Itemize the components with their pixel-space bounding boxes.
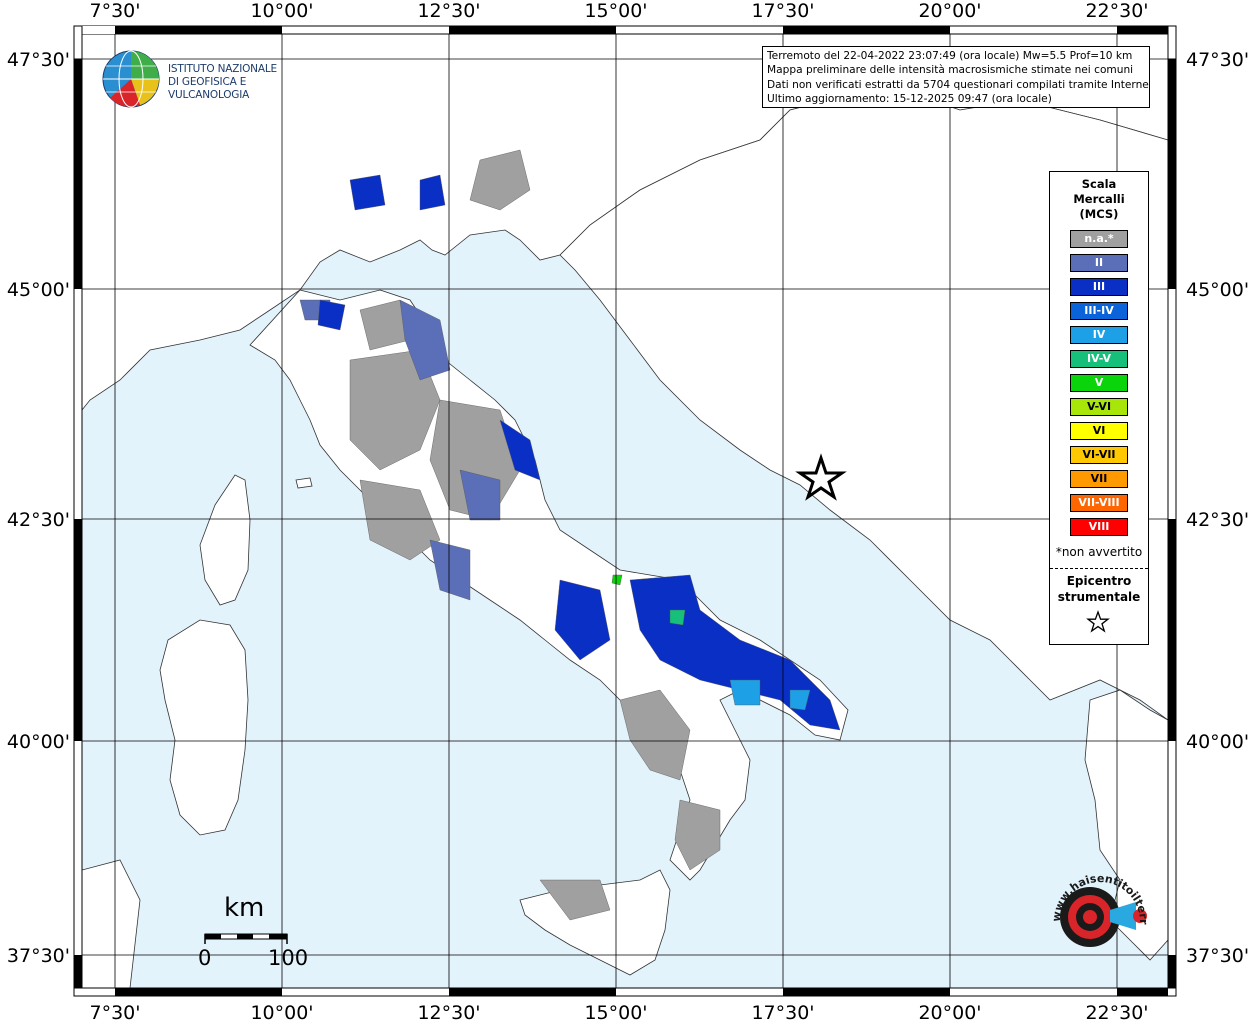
legend-item: III-IV [1070,302,1128,320]
legend-title-line: Scala [1081,177,1117,191]
legend-item: VII-VIII [1070,494,1128,512]
lon-label: 10°00' [250,0,313,22]
intensity-legend: Scala Mercalli (MCS) n.a.* II III III-IV IV I… [1049,171,1149,645]
legend-item: V-VI [1070,398,1128,416]
lon-label: 22°30' [1085,0,1148,22]
legend-item: VIII [1070,518,1128,536]
scale-zero: 0 [198,946,212,970]
seismograph-badge-icon: www.haisentitoilterremoto.it [1034,852,1150,947]
lon-label: 12°30' [417,0,480,22]
lon-labels-bottom: 7°30' 10°00' 12°30' 15°00' 17°30' 20°00'… [90,1002,1149,1024]
legend-epicenter: Epicentro strumentale [1050,573,1148,605]
event-info-line: Ultimo aggiornamento: 15-12-2025 09:47 (… [767,92,1052,105]
lat-label: 45°00' [7,279,70,301]
lat-label: 47°30' [7,49,70,71]
lon-label: 12°30' [417,1002,480,1024]
legend-title-line: (MCS) [1079,207,1119,221]
lat-label: 45°00' [1186,279,1249,301]
lon-label: 17°30' [751,1002,814,1024]
lon-label: 20°00' [918,0,981,22]
legend-item: IV-V [1070,350,1128,368]
ingv-name: ISTITUTO NAZIONALE DI GEOFISICA E VULCAN… [168,63,330,102]
scale-max: 100 [268,946,309,970]
lon-label: 10°00' [250,1002,313,1024]
lat-label: 37°30' [7,945,70,967]
legend-item: n.a.* [1070,230,1128,248]
lon-label: 15°00' [584,0,647,22]
lat-labels-left: 47°30' 45°00' 42°30' 40°00' 37°30' [7,49,70,967]
lat-label: 42°30' [1186,509,1249,531]
lon-label: 7°30' [90,1002,141,1024]
star-icon [1086,610,1110,633]
lon-label: 15°00' [584,1002,647,1024]
event-info-line: Dati non verificati estratti da 5704 que… [767,78,1150,91]
event-info-line: Mappa preliminare delle intensità macros… [767,64,1134,77]
lon-label: 7°30' [90,0,141,22]
legend-item: VI [1070,422,1128,440]
legend-item: II [1070,254,1128,272]
legend-note: *non avvertito [1055,545,1143,559]
legend-item: III [1070,278,1128,296]
lat-label: 37°30' [1186,945,1249,967]
lon-labels-top: 7°30' 10°00' 12°30' 15°00' 17°30' 20°00'… [90,0,1149,22]
event-info-line: Terremoto del 22-04-2022 23:07:49 (ora l… [767,50,1133,62]
legend-item: V [1070,374,1128,392]
ingv-logo: ISTITUTO NAZIONALE DI GEOFISICA E VULCAN… [100,48,330,108]
lat-labels-right: 47°30' 45°00' 42°30' 40°00' 37°30' [1186,49,1249,967]
event-info-box: Terremoto del 22-04-2022 23:07:49 (ora l… [762,46,1150,108]
landmass-islands [295,477,313,489]
lat-label: 47°30' [1186,49,1249,71]
lon-label: 22°30' [1085,1002,1148,1024]
legend-item: VI-VII [1070,446,1128,464]
ingv-line1: ISTITUTO NAZIONALE [168,63,277,75]
scale-unit: km [224,893,265,923]
lon-label: 17°30' [751,0,814,22]
legend-epicenter-line: strumentale [1057,590,1141,604]
lat-label: 42°30' [7,509,70,531]
legend-title-line: Mercalli [1073,192,1125,206]
legend-epicenter-line: Epicentro [1066,574,1132,588]
globe-icon [102,50,160,108]
lon-label: 20°00' [918,1002,981,1024]
legend-title: Scala Mercalli (MCS) [1050,177,1148,222]
lat-label: 40°00' [7,731,70,753]
legend-item: IV [1070,326,1128,344]
lat-label: 40°00' [1186,731,1249,753]
legend-divider [1050,568,1148,569]
legend-item: VII [1070,470,1128,488]
hai-sentito-logo: www.haisentitoilterremoto.it [1034,852,1160,982]
ingv-line2: DI GEOFISICA E VULCANOLOGIA [168,76,250,101]
